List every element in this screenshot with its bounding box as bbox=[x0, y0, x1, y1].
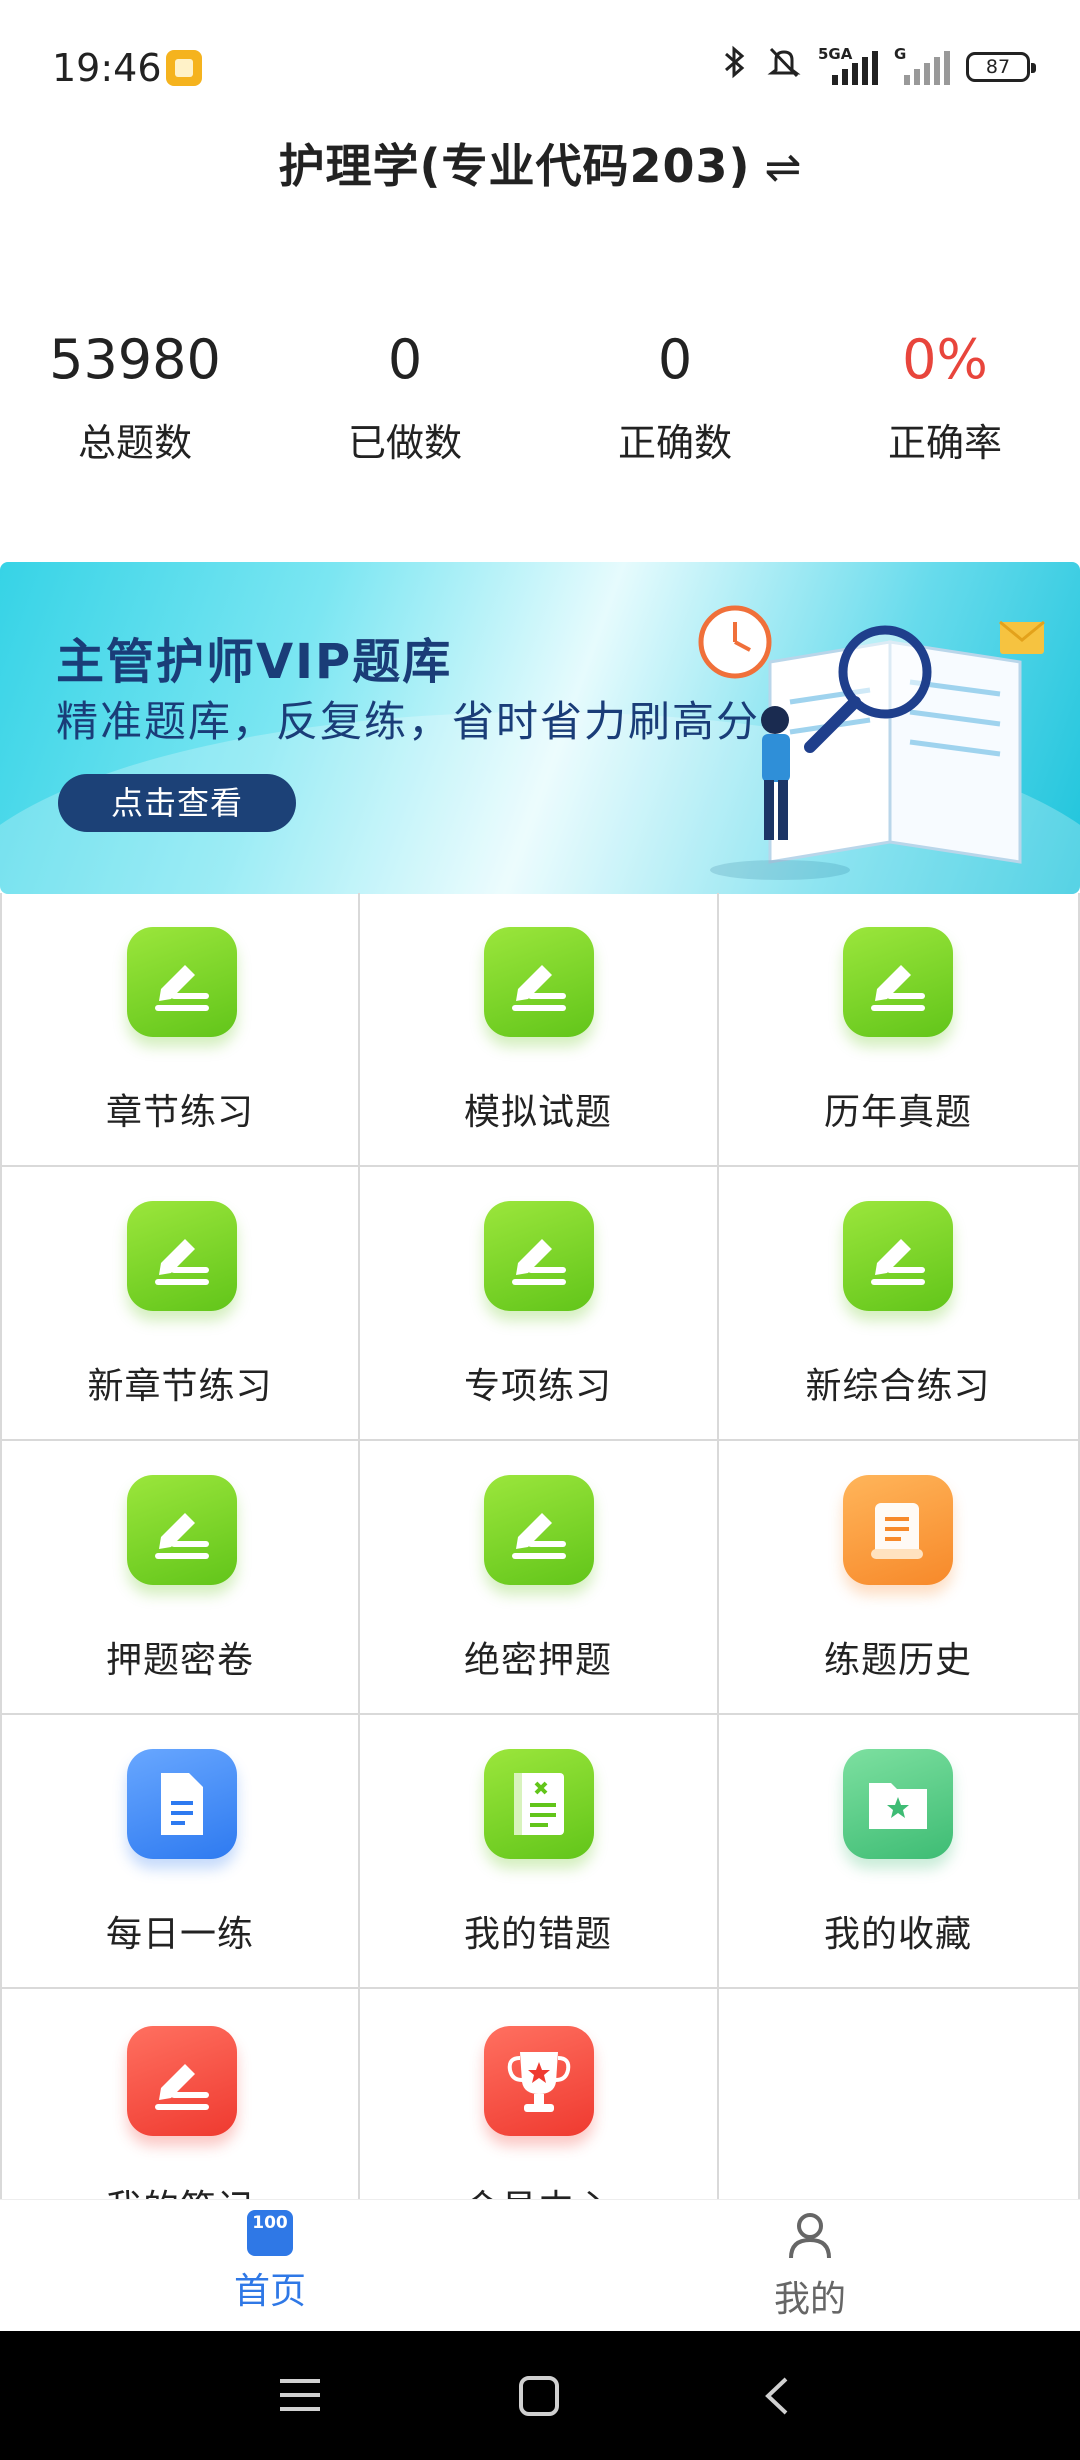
grid-item[interactable]: 新综合练习 bbox=[718, 1167, 1080, 1441]
nav-home[interactable]: 100 首页 bbox=[170, 2210, 370, 2314]
grid-item-label: 新章节练习 bbox=[87, 1366, 273, 1407]
grid-empty-cell bbox=[718, 1989, 1080, 2199]
bottom-nav: 100 首页 我的 bbox=[0, 2199, 1080, 2332]
network-type-label: 5GA bbox=[818, 44, 853, 63]
battery-icon: 87 bbox=[966, 51, 1036, 82]
mute-icon bbox=[766, 44, 802, 89]
grid-item[interactable]: 每日一练 bbox=[0, 1715, 360, 1989]
edit-icon bbox=[843, 1201, 953, 1311]
grid-item-label: 历年真题 bbox=[823, 1092, 972, 1133]
page-title: 护理学(专业代码203) bbox=[278, 139, 751, 193]
grid-item-label: 模拟试题 bbox=[463, 1092, 612, 1133]
wrong-book-icon bbox=[484, 1749, 594, 1859]
grid-item-label: 专项练习 bbox=[463, 1366, 612, 1407]
notification-app-icon bbox=[166, 50, 202, 86]
grid-item-label: 每日一练 bbox=[105, 1914, 254, 1955]
stat-done: 0 已做数 bbox=[270, 320, 540, 467]
grid-item[interactable]: 我的错题 bbox=[359, 1715, 719, 1989]
grid-item[interactable]: 绝密押题 bbox=[359, 1441, 719, 1715]
stat-correct: 0 正确数 bbox=[540, 320, 810, 467]
banner-title: 主管护师VIP题库 bbox=[56, 634, 453, 690]
stats-row: 53980 总题数 0 已做数 0 正确数 0% 正确率 bbox=[0, 320, 1080, 467]
network-type-label-2: G bbox=[894, 44, 907, 63]
grid-item[interactable]: 我的笔记 bbox=[0, 1989, 360, 2199]
grid-item[interactable]: 历年真题 bbox=[718, 893, 1080, 1167]
grid-item-label: 练题历史 bbox=[823, 1640, 972, 1681]
stat-total-label: 总题数 bbox=[77, 421, 192, 465]
edit-icon bbox=[127, 927, 237, 1037]
system-nav-bar bbox=[0, 2331, 1080, 2460]
person-icon bbox=[789, 2213, 831, 2259]
grid-item-label: 我的笔记 bbox=[2, 2179, 358, 2199]
vip-banner[interactable]: 主管护师VIP题库 精准题库，反复练，省时省力刷高分 点击查看 bbox=[0, 562, 1080, 894]
trophy-icon bbox=[484, 2026, 594, 2136]
nav-mine[interactable]: 我的 bbox=[710, 2210, 910, 2322]
grid-item-label: 章节练习 bbox=[105, 1092, 254, 1133]
grid-item[interactable]: 押题密卷 bbox=[0, 1441, 360, 1715]
home-icon-text: 100 bbox=[252, 2213, 288, 2233]
banner-subtitle: 精准题库，反复练，省时省力刷高分 bbox=[56, 697, 761, 746]
grid-item-label: 我的收藏 bbox=[823, 1914, 972, 1955]
star-folder-icon bbox=[843, 1749, 953, 1859]
edit-icon bbox=[484, 927, 594, 1037]
stat-rate-value: 0% bbox=[902, 328, 988, 391]
grid-item[interactable]: 模拟试题 bbox=[359, 893, 719, 1167]
grid-item[interactable]: 专项练习 bbox=[359, 1167, 719, 1441]
grid-item[interactable]: 章节练习 bbox=[0, 893, 360, 1167]
swap-icon[interactable]: ⇌ bbox=[765, 142, 802, 193]
edit-icon bbox=[127, 1475, 237, 1585]
stat-total: 53980 总题数 bbox=[0, 320, 270, 467]
grid-item-label: 新综合练习 bbox=[805, 1366, 991, 1407]
nav-mine-label: 我的 bbox=[773, 2279, 846, 2320]
scroll-icon bbox=[843, 1475, 953, 1585]
home-button-icon[interactable] bbox=[518, 2375, 560, 2417]
bluetooth-icon bbox=[720, 44, 750, 89]
back-icon[interactable] bbox=[762, 2375, 792, 2417]
grid-item-label: 绝密押题 bbox=[463, 1640, 612, 1681]
grid-item[interactable]: 会员中心 bbox=[359, 1989, 719, 2199]
edit-icon bbox=[127, 1201, 237, 1311]
stat-correct-label: 正确数 bbox=[617, 421, 732, 465]
signal-icon-2: G bbox=[894, 45, 950, 85]
edit-icon bbox=[127, 2026, 237, 2136]
status-time: 19:46 bbox=[52, 46, 162, 90]
course-switcher[interactable]: 护理学(专业代码203) ⇌ bbox=[0, 130, 1080, 210]
stat-correct-value: 0 bbox=[657, 328, 693, 391]
menu-icon[interactable] bbox=[278, 2375, 322, 2415]
banner-view-button[interactable]: 点击查看 bbox=[58, 774, 296, 832]
edit-icon bbox=[484, 1475, 594, 1585]
edit-icon bbox=[843, 927, 953, 1037]
stat-done-value: 0 bbox=[387, 328, 423, 391]
stat-rate: 0% 正确率 bbox=[810, 320, 1080, 467]
signal-icon: 5GA bbox=[818, 45, 878, 85]
feature-grid: 章节练习 模拟试题 历年真题新章节练习 专项练习 新综合练习押题密卷 绝密押题 练题历史每日… bbox=[0, 893, 1080, 2199]
stat-done-label: 已做数 bbox=[347, 421, 462, 465]
banner-illustration bbox=[698, 605, 1045, 880]
stat-total-value: 53980 bbox=[49, 328, 221, 391]
grid-item[interactable]: 新章节练习 bbox=[0, 1167, 360, 1441]
grid-item[interactable]: 练题历史 bbox=[718, 1441, 1080, 1715]
nav-home-label: 首页 bbox=[233, 2271, 306, 2312]
grid-item[interactable]: 我的收藏 bbox=[718, 1715, 1080, 1989]
grid-item-label: 押题密卷 bbox=[105, 1640, 254, 1681]
stat-rate-label: 正确率 bbox=[887, 421, 1002, 465]
document-icon bbox=[127, 1749, 237, 1859]
status-bar: 19:46 5GA G 87 bbox=[0, 0, 1080, 136]
grid-item-label: 我的错题 bbox=[463, 1914, 612, 1955]
home-icon: 100 bbox=[247, 2210, 293, 2256]
grid-item-label: 会员中心 bbox=[359, 2179, 717, 2199]
edit-icon bbox=[484, 1201, 594, 1311]
